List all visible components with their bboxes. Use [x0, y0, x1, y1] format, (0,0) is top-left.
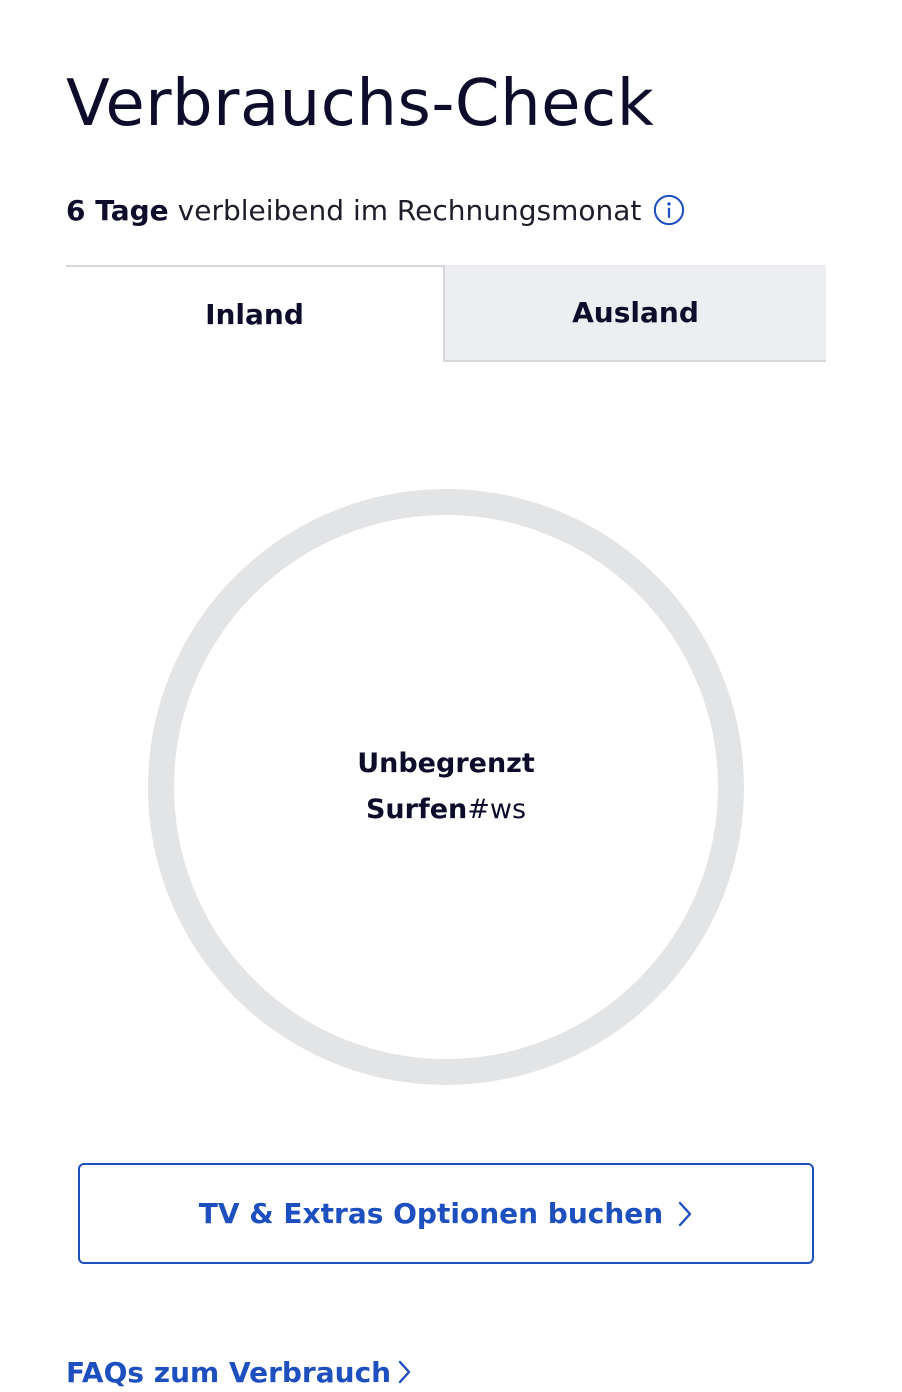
days-remaining: 6 Tage: [66, 193, 169, 227]
options-button-label: TV & Extras Optionen buchen: [198, 1197, 664, 1230]
page-title: Verbrauchs-Check: [66, 67, 655, 141]
tab-ausland[interactable]: Ausland: [445, 265, 826, 362]
remaining-text: verbleibend im Rechnungsmonat: [177, 193, 642, 227]
chevron-right-icon: [397, 1359, 411, 1385]
usage-surfen-rest: #ws: [467, 794, 527, 825]
usage-label: Unbegrenzt Surfen#ws: [147, 488, 745, 1086]
usage-gauge: Unbegrenzt Surfen#ws: [147, 488, 745, 1086]
usage-line-unbegrenzt: Unbegrenzt: [357, 748, 535, 779]
usage-line-surfen: Surfen#ws: [366, 787, 526, 833]
tv-extras-options-button[interactable]: TV & Extras Optionen buchen: [78, 1163, 814, 1264]
chevron-right-icon: [677, 1200, 693, 1228]
info-icon[interactable]: [653, 194, 685, 226]
tab-inland[interactable]: Inland: [66, 265, 445, 362]
region-tabs: Inland Ausland: [66, 265, 826, 362]
faq-link-label: FAQs zum Verbrauch: [66, 1355, 392, 1389]
usage-surfen-bold: Surfen: [365, 794, 468, 825]
billing-remaining: 6 Tage verbleibend im Rechnungsmonat: [66, 190, 685, 230]
faq-link[interactable]: FAQs zum Verbrauch: [66, 1352, 411, 1392]
